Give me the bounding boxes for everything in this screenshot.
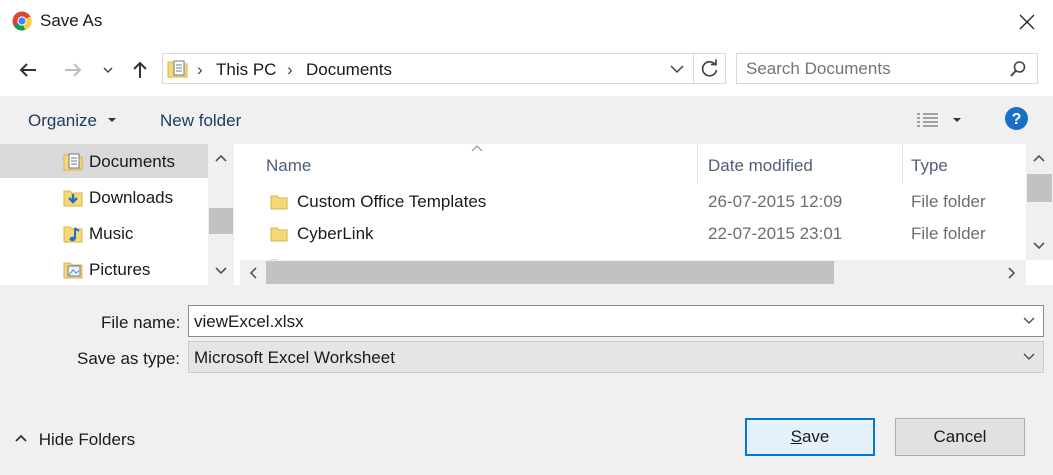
column-divider[interactable]: [902, 144, 903, 184]
back-button[interactable]: [14, 56, 44, 84]
list-item[interactable]: CyberLink 22-07-2015 23:01 File folder: [234, 218, 1026, 250]
nav-item-label: Downloads: [89, 188, 174, 207]
search-icon[interactable]: [1009, 60, 1027, 78]
svg-text:?: ?: [1012, 111, 1022, 128]
scroll-right-icon[interactable]: [1007, 267, 1017, 279]
file-type: File folder: [911, 192, 986, 211]
file-type: File folder: [911, 224, 986, 243]
file-date: 26-07-2015 12:09: [708, 192, 843, 211]
vertical-scroll-thumb[interactable]: [1027, 174, 1052, 202]
sort-ascending-icon: [471, 145, 483, 152]
save-type-label: Save as type:: [77, 349, 181, 368]
address-bar[interactable]: › This PC › Documents: [162, 53, 694, 84]
title-bar: Save As: [0, 0, 1053, 44]
navigation-pane: Documents Downloads Music Pictures: [0, 144, 234, 285]
chevron-down-icon: [1023, 353, 1035, 360]
scroll-down-icon[interactable]: [1033, 241, 1045, 251]
close-button[interactable]: [1008, 6, 1046, 38]
search-box[interactable]: [736, 53, 1038, 84]
chevron-down-icon[interactable]: [1023, 315, 1035, 327]
column-header-type[interactable]: Type: [911, 156, 948, 176]
refresh-icon: [701, 59, 718, 77]
file-date: 22-07-2015 23:01: [708, 224, 843, 243]
nav-item-downloads[interactable]: Downloads: [0, 180, 208, 214]
hide-folders-button[interactable]: Hide Folders: [14, 430, 135, 452]
breadcrumb-separator-icon: ›: [287, 60, 293, 79]
window-title: Save As: [40, 11, 103, 30]
organize-button[interactable]: Organize: [28, 111, 118, 131]
list-item[interactable]: [234, 250, 1026, 260]
downloads-folder-icon: [63, 190, 83, 207]
close-icon: [1019, 14, 1035, 30]
hide-folders-label: Hide Folders: [38, 430, 136, 449]
forward-button[interactable]: [58, 56, 88, 84]
save-button[interactable]: Save: [745, 418, 875, 456]
save-type-dropdown[interactable]: Microsoft Excel Worksheet: [188, 341, 1044, 373]
refresh-button[interactable]: [694, 53, 726, 84]
arrow-left-icon: [19, 63, 36, 77]
save-type-value: Microsoft Excel Worksheet: [194, 348, 395, 367]
nav-scrollbar[interactable]: [208, 144, 234, 285]
scroll-up-icon[interactable]: [1033, 153, 1045, 163]
breadcrumb-documents[interactable]: Documents: [306, 60, 392, 80]
pictures-folder-icon: [63, 262, 83, 279]
documents-folder-icon: [63, 153, 83, 171]
file-name: CyberLink: [297, 224, 374, 243]
nav-item-pictures[interactable]: Pictures: [0, 252, 208, 286]
column-header-name[interactable]: Name: [266, 156, 311, 176]
new-folder-button[interactable]: New folder: [160, 111, 241, 131]
caret-down-icon: [107, 118, 116, 122]
list-item[interactable]: Custom Office Templates 26-07-2015 12:09…: [234, 186, 1026, 218]
nav-item-documents[interactable]: Documents: [0, 144, 208, 178]
breadcrumb-separator-icon: ›: [197, 60, 203, 79]
nav-item-label: Documents: [89, 152, 175, 171]
file-name-field[interactable]: viewExcel.xlsx: [188, 305, 1044, 337]
arrow-up-icon: [133, 61, 147, 78]
search-input[interactable]: [746, 58, 1001, 79]
chevron-up-icon: [15, 434, 27, 442]
change-view-button[interactable]: [912, 108, 970, 134]
address-history-chevron-icon[interactable]: [669, 63, 685, 75]
scroll-left-icon[interactable]: [248, 267, 258, 279]
organize-label: Organize: [28, 111, 97, 130]
horizontal-scroll-thumb[interactable]: [266, 261, 834, 284]
cancel-button[interactable]: Cancel: [895, 418, 1025, 456]
nav-item-label: Pictures: [89, 260, 151, 279]
breadcrumb-this-pc[interactable]: This PC: [216, 60, 276, 80]
chrome-icon: [12, 11, 32, 31]
arrow-right-icon: [65, 63, 82, 77]
file-name-value[interactable]: viewExcel.xlsx: [194, 312, 304, 332]
chevron-down-icon: [103, 67, 113, 74]
folder-icon: [270, 195, 288, 210]
recent-locations-button[interactable]: [98, 56, 118, 84]
details-view-icon: [917, 113, 961, 127]
nav-scroll-thumb[interactable]: [209, 208, 233, 234]
documents-location-icon: [167, 60, 188, 78]
nav-item-music[interactable]: Music: [0, 216, 208, 250]
up-button[interactable]: [126, 56, 154, 84]
list-vertical-scrollbar[interactable]: [1026, 144, 1053, 260]
scroll-up-icon[interactable]: [215, 153, 227, 163]
folder-icon: [270, 227, 288, 242]
help-icon: ?: [1005, 107, 1028, 130]
file-name-label: File name:: [101, 313, 181, 332]
scroll-down-icon[interactable]: [215, 266, 227, 276]
nav-item-label: Music: [89, 224, 134, 243]
column-header-date-modified[interactable]: Date modified: [708, 156, 813, 176]
column-divider[interactable]: [697, 144, 698, 184]
file-name: Custom Office Templates: [297, 192, 487, 211]
help-button[interactable]: ?: [1004, 106, 1029, 131]
list-horizontal-scrollbar[interactable]: [240, 260, 1026, 285]
command-bar: Organize New folder ?: [0, 96, 1053, 144]
music-folder-icon: [63, 226, 83, 243]
